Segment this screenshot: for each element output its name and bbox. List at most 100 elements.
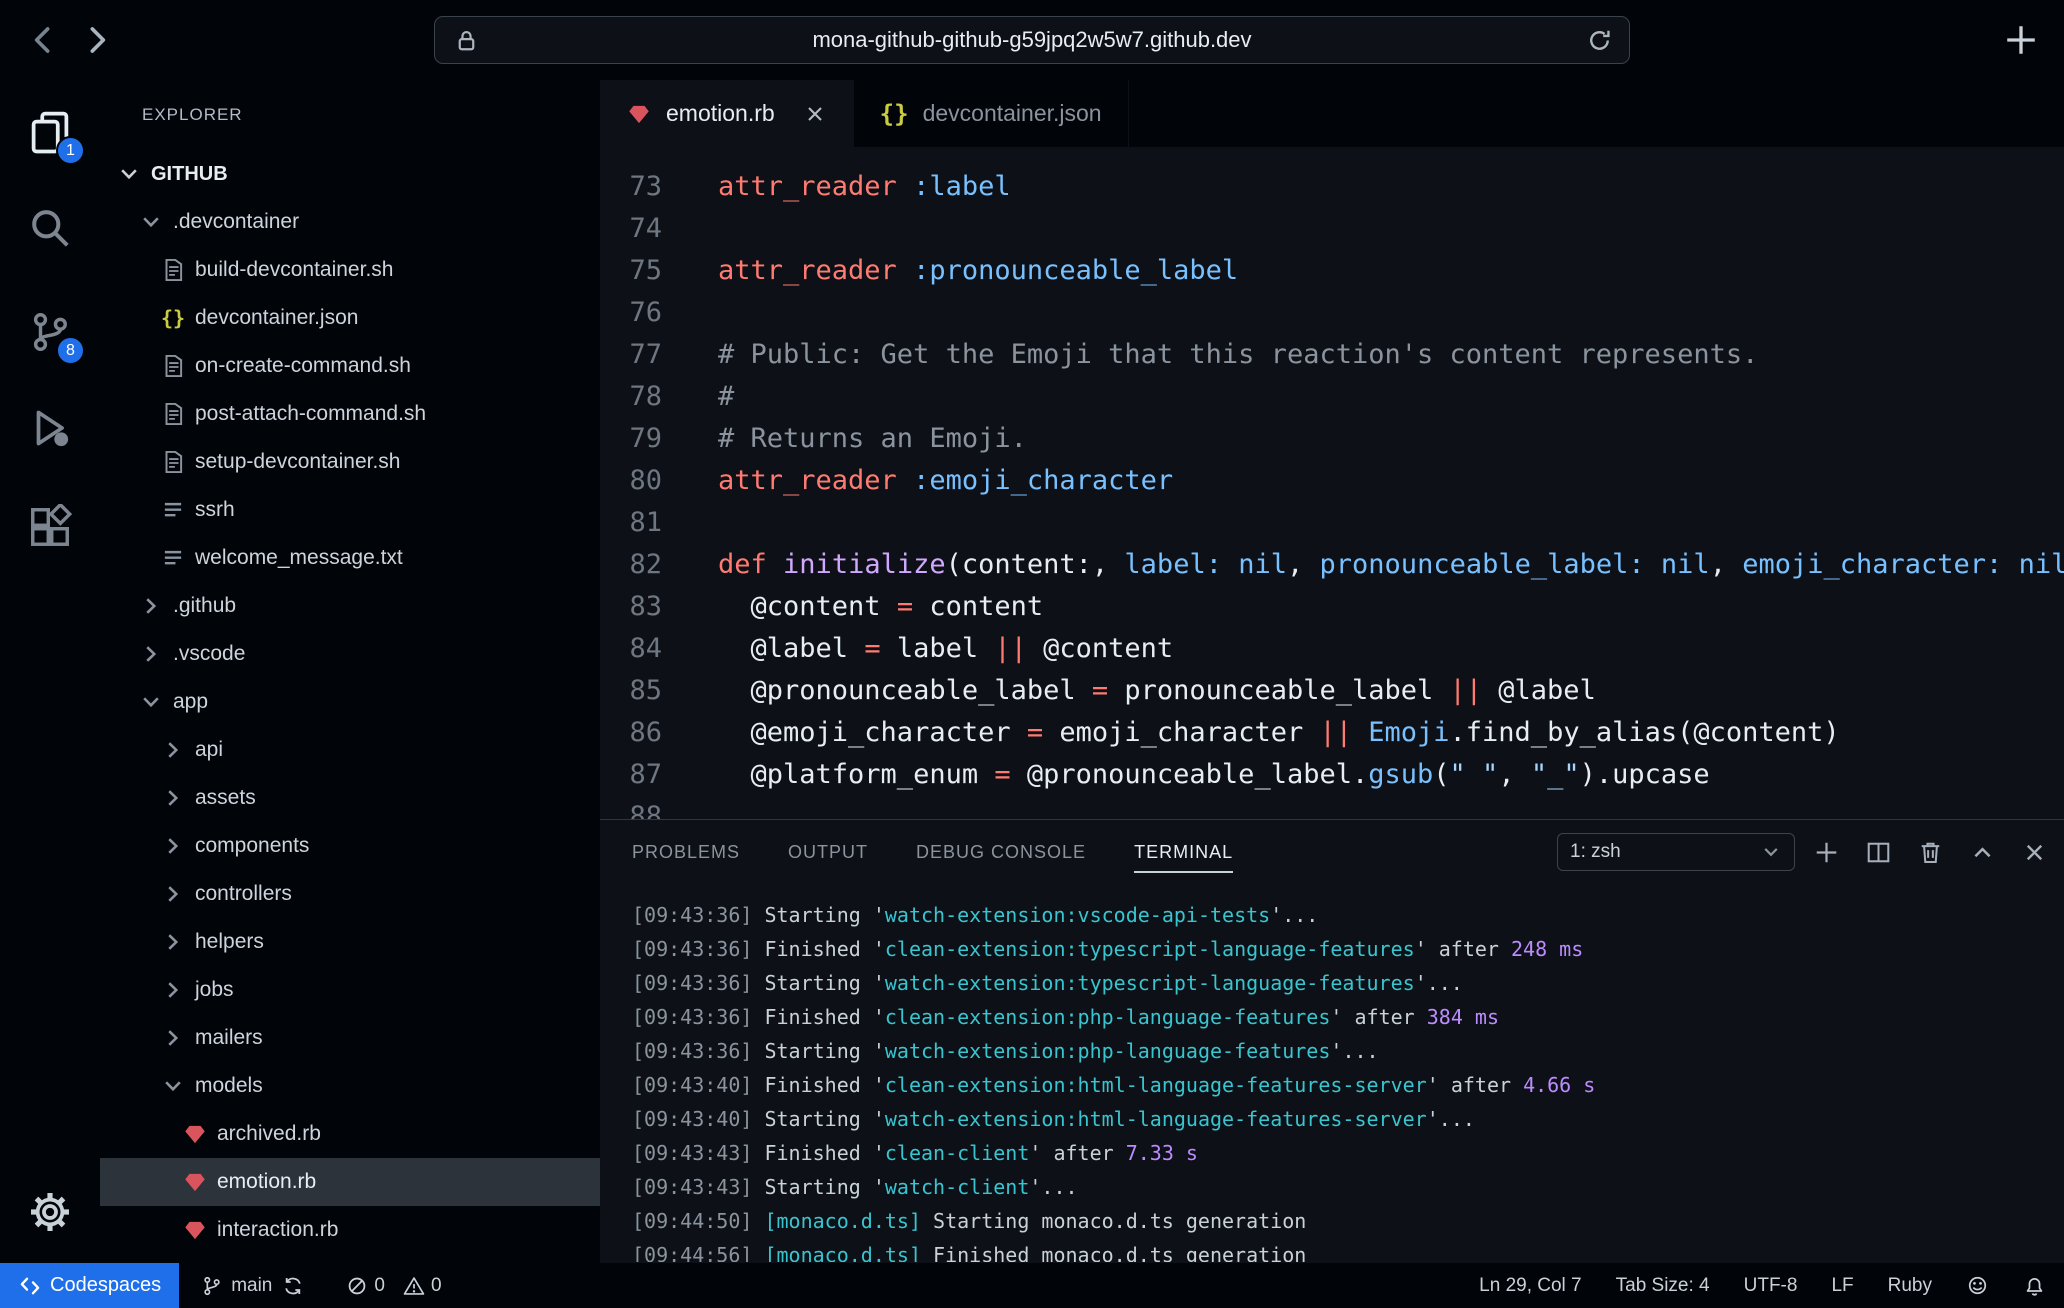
code-token: || <box>994 633 1027 664</box>
terminal-output[interactable]: [09:43:36] Starting 'watch-extension:vsc… <box>600 884 2064 1262</box>
tree-item-interaction-rb[interactable]: interaction.rb <box>100 1206 600 1254</box>
code-line-78[interactable]: 78# <box>600 376 2064 418</box>
language-mode-status[interactable]: Ruby <box>1888 1275 1932 1297</box>
code-token <box>897 171 913 202</box>
panel-tab-problems[interactable]: PROBLEMS <box>632 842 740 873</box>
encoding-status[interactable]: UTF-8 <box>1744 1275 1798 1297</box>
activity-source-control-button[interactable]: 8 <box>18 300 82 364</box>
tree-item-post-attach-command-sh[interactable]: post-attach-command.sh <box>100 390 600 438</box>
tree-item-models[interactable]: models <box>100 1062 600 1110</box>
code-token: = <box>1027 717 1043 748</box>
panel-tab-terminal[interactable]: TERMINAL <box>1134 842 1233 873</box>
settings-gear-button[interactable] <box>18 1180 82 1244</box>
editor-tab-devcontainer-json[interactable]: {}devcontainer.json <box>854 80 1129 147</box>
code-line-87[interactable]: 87 @platform_enum = @pronounceable_label… <box>600 754 2064 796</box>
panel-tab-debug-console[interactable]: DEBUG CONSOLE <box>916 842 1086 873</box>
tree-item-setup-devcontainer-sh[interactable]: setup-devcontainer.sh <box>100 438 600 486</box>
tree-item-api[interactable]: api <box>100 726 600 774</box>
tree-item-vscode[interactable]: .vscode <box>100 630 600 678</box>
code-token: nil <box>1661 549 1710 580</box>
close-panel-icon[interactable] <box>2021 839 2048 866</box>
code-token: @label <box>1482 675 1596 706</box>
tree-item-welcome-message-txt[interactable]: welcome_message.txt <box>100 534 600 582</box>
problems-status-button[interactable]: 0 0 <box>346 1275 441 1297</box>
code-line-82[interactable]: 82def initialize(content:, label: nil, p… <box>600 544 2064 586</box>
list-file-icon <box>160 497 186 523</box>
eol-status[interactable]: LF <box>1831 1275 1853 1297</box>
tree-item-label: devcontainer.json <box>195 306 358 330</box>
code-line-80[interactable]: 80attr_reader :emoji_character <box>600 460 2064 502</box>
code-line-75[interactable]: 75attr_reader :pronounceable_label <box>600 250 2064 292</box>
code-token: # <box>718 381 734 412</box>
terminal-token: clean-extension:php-language-features <box>885 1005 1331 1029</box>
code-token: label <box>881 633 995 664</box>
terminal-token: [09:43:36] <box>632 1005 764 1029</box>
tree-item-components[interactable]: components <box>100 822 600 870</box>
refresh-icon[interactable] <box>1586 27 1613 54</box>
code-line-73[interactable]: 73attr_reader :label <box>600 166 2064 208</box>
new-terminal-icon[interactable] <box>1813 839 1840 866</box>
tree-item-devcontainer-json[interactable]: {} devcontainer.json <box>100 294 600 342</box>
code-line-81[interactable]: 81 <box>600 502 2064 544</box>
tree-item-mailers[interactable]: mailers <box>100 1014 600 1062</box>
tree-item-label: build-devcontainer.sh <box>195 258 393 282</box>
maximize-panel-icon[interactable] <box>1969 839 1996 866</box>
url-text[interactable]: mona-github-github-g59jpq2w5w7.github.de… <box>435 17 1629 65</box>
code-line-85[interactable]: 85 @pronounceable_label = pronounceable_… <box>600 670 2064 712</box>
address-bar[interactable]: mona-github-github-g59jpq2w5w7.github.de… <box>434 16 1630 64</box>
feedback-smiley-icon[interactable] <box>1966 1274 1989 1297</box>
tab-size-status[interactable]: Tab Size: 4 <box>1616 1275 1710 1297</box>
tree-item-devcontainer[interactable]: .devcontainer <box>100 198 600 246</box>
activity-run-debug-button[interactable] <box>18 396 82 460</box>
code-token: nil <box>1238 549 1287 580</box>
code-line-76[interactable]: 76 <box>600 292 2064 334</box>
tree-item-assets[interactable]: assets <box>100 774 600 822</box>
editor-tab-emotion-rb[interactable]: emotion.rb <box>600 80 854 147</box>
codespaces-status-button[interactable]: Codespaces <box>0 1263 179 1308</box>
kill-terminal-icon[interactable] <box>1917 839 1944 866</box>
code-line-84[interactable]: 84 @label = label || @content <box>600 628 2064 670</box>
code-area[interactable]: 73attr_reader :label7475attr_reader :pro… <box>600 147 2064 819</box>
sync-status-button[interactable] <box>282 1275 304 1297</box>
code-line-88[interactable]: 88 <box>600 796 2064 819</box>
activity-extensions-button[interactable] <box>18 495 82 559</box>
json-file-icon: {} <box>160 306 186 330</box>
tree-item-app[interactable]: app <box>100 678 600 726</box>
back-icon[interactable] <box>26 23 60 57</box>
close-icon[interactable] <box>803 102 827 126</box>
new-tab-icon[interactable] <box>2002 21 2040 59</box>
tree-item-github[interactable]: .github <box>100 582 600 630</box>
tree-item-label: .devcontainer <box>173 210 299 234</box>
tree-item-on-create-command-sh[interactable]: on-create-command.sh <box>100 342 600 390</box>
code-token: def <box>718 549 767 580</box>
tree-item-jobs[interactable]: jobs <box>100 966 600 1014</box>
code-line-83[interactable]: 83 @content = content <box>600 586 2064 628</box>
tree-item-ssrh[interactable]: ssrh <box>100 486 600 534</box>
code-line-86[interactable]: 86 @emoji_character = emoji_character ||… <box>600 712 2064 754</box>
cursor-position-status[interactable]: Ln 29, Col 7 <box>1479 1275 1581 1297</box>
code-token: = <box>897 591 913 622</box>
branch-status-button[interactable]: main <box>201 1275 272 1297</box>
panel-tab-output[interactable]: OUTPUT <box>788 842 868 873</box>
tree-item-helpers[interactable]: helpers <box>100 918 600 966</box>
tree-item-controllers[interactable]: controllers <box>100 870 600 918</box>
code-token: "_" <box>1531 759 1580 790</box>
tree-item-emotion-rb[interactable]: emotion.rb <box>100 1158 600 1206</box>
activity-search-button[interactable] <box>18 196 82 260</box>
code-token: , <box>1710 549 1743 580</box>
tree-item-label: models <box>195 1074 263 1098</box>
notifications-bell-icon[interactable] <box>2023 1274 2046 1297</box>
tree-root-github[interactable]: GITHUB <box>100 150 600 198</box>
code-line-74[interactable]: 74 <box>600 208 2064 250</box>
code-line-77[interactable]: 77# Public: Get the Emoji that this reac… <box>600 334 2064 376</box>
terminal-token: clean-extension:html-language-features-s… <box>885 1073 1427 1097</box>
terminal-picker-dropdown[interactable]: 1: zsh <box>1557 833 1795 871</box>
code-token: :emoji_character <box>913 465 1173 496</box>
code-line-79[interactable]: 79# Returns an Emoji. <box>600 418 2064 460</box>
tree-item-archived-rb[interactable]: archived.rb <box>100 1110 600 1158</box>
activity-explorer-button[interactable]: 1 <box>18 100 82 164</box>
tree-item-build-devcontainer-sh[interactable]: build-devcontainer.sh <box>100 246 600 294</box>
forward-icon[interactable] <box>80 23 114 57</box>
split-terminal-icon[interactable] <box>1865 839 1892 866</box>
warnings-count: 0 <box>431 1275 442 1297</box>
